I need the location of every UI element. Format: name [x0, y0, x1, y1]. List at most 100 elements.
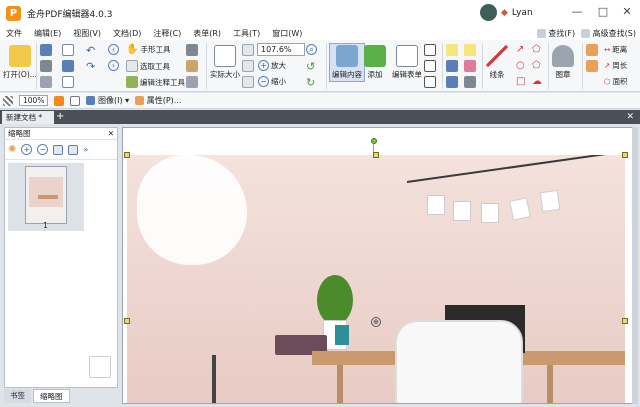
desk-photo[interactable]: ⊕ — [127, 155, 625, 403]
advanced-find-button[interactable]: 高级查找(S) — [581, 28, 636, 39]
rotation-handle[interactable] — [371, 138, 377, 144]
polygon-tool-button[interactable]: ⬠ — [532, 44, 541, 55]
menu-tools[interactable]: 工具(T) — [227, 28, 266, 39]
checkbox-tool-button[interactable] — [424, 60, 436, 72]
edit-content-button[interactable]: 编辑内容 — [329, 43, 365, 82]
new-tab-button[interactable]: + — [56, 111, 64, 123]
redo-button[interactable]: ↷ — [86, 60, 95, 73]
export-button[interactable] — [62, 60, 74, 72]
arrow-tool-button[interactable]: ↗ — [516, 44, 524, 55]
lines-button[interactable]: 线条 — [486, 45, 508, 80]
rotate-left-button[interactable]: ↺ — [306, 60, 315, 73]
thumbnail-options-icon[interactable]: ✺ — [8, 144, 16, 155]
menu-view[interactable]: 视图(V) — [67, 28, 107, 39]
underline-button[interactable] — [464, 76, 476, 88]
menu-document[interactable]: 文档(D) — [107, 28, 147, 39]
vertical-scrollbar[interactable] — [632, 127, 638, 404]
tab-thumbnails[interactable]: 缩略图 — [33, 389, 70, 403]
rotate-page-right-icon[interactable] — [68, 144, 79, 155]
fill-color-icon[interactable] — [54, 95, 65, 106]
panel-close-button[interactable]: ✕ — [108, 128, 114, 140]
tab-bookmarks[interactable]: 书签 — [4, 389, 31, 403]
print-icon — [40, 60, 52, 72]
menu-file[interactable]: 文件 — [0, 28, 28, 39]
thumbnail-zoom-out-icon[interactable]: − — [37, 144, 49, 155]
actual-size-button[interactable]: 实际大小 — [210, 45, 240, 80]
edit-form-button[interactable]: 编辑表单 — [392, 45, 422, 80]
pattern-icon[interactable] — [3, 95, 13, 106]
snapshot-button[interactable] — [186, 44, 198, 56]
more-icon[interactable]: » — [83, 145, 88, 154]
zoom-out-button[interactable]: − 缩小 — [258, 76, 286, 87]
text-field-button[interactable] — [424, 44, 436, 56]
back-button[interactable]: ‹ — [108, 44, 119, 55]
image-menu[interactable]: 图像(I) ▾ — [86, 95, 129, 106]
perimeter-button[interactable]: ↗ 周长 — [604, 60, 627, 71]
save-button[interactable] — [40, 44, 52, 56]
selection-handle[interactable] — [124, 318, 130, 324]
rectangle-tool-button[interactable]: □ — [516, 76, 525, 87]
fit-width-button[interactable] — [242, 60, 254, 72]
rotate-page-icon[interactable] — [53, 144, 64, 155]
move-handle-icon[interactable]: ⊕ — [371, 317, 381, 327]
fit-visible-button[interactable] — [242, 76, 254, 88]
zoom-in-button[interactable]: + 放大 — [258, 60, 286, 71]
user-area[interactable]: ◆ Lyan — [480, 4, 533, 21]
text-annotation-button[interactable] — [446, 44, 458, 56]
zoom-percent-select[interactable]: 100% — [19, 95, 49, 106]
find-label: 查找(F) — [548, 28, 576, 38]
clipboard-button[interactable] — [186, 60, 198, 72]
distance-button[interactable]: ↔ 距离 — [604, 44, 627, 55]
minimize-button[interactable]: — — [570, 5, 584, 18]
sound-button[interactable] — [446, 76, 458, 88]
menu-window[interactable]: 窗口(W) — [266, 28, 308, 39]
selection-handle[interactable] — [373, 152, 379, 158]
new-doc-button[interactable] — [62, 76, 74, 88]
cloud-tool-button[interactable]: ☁ — [532, 76, 542, 87]
pentagon-tool-button[interactable]: ⬠ — [532, 60, 541, 71]
avatar[interactable] — [480, 4, 497, 21]
print-button[interactable] — [40, 60, 52, 72]
eraser-button[interactable] — [586, 44, 598, 56]
email-button[interactable] — [62, 44, 74, 56]
selection-handle[interactable] — [622, 318, 628, 324]
stroke-color-icon[interactable] — [70, 95, 81, 106]
menu-comment[interactable]: 注释(C) — [147, 28, 187, 39]
magnifier-button[interactable]: ⌕ — [306, 44, 317, 55]
open-button[interactable]: 打开(O)... — [3, 45, 37, 80]
tab-new-document[interactable]: 新建文档 * — [2, 111, 54, 124]
forward-button[interactable]: › — [108, 60, 119, 71]
menu-form[interactable]: 表单(R) — [187, 28, 227, 39]
edit-annotation-button[interactable]: 编辑注释工具 — [126, 76, 185, 88]
close-tab-button[interactable]: ✕ — [626, 111, 634, 123]
note-button[interactable] — [464, 44, 476, 56]
scan-button[interactable] — [40, 76, 52, 88]
crop-button[interactable] — [186, 76, 198, 88]
redo-icon: ↷ — [86, 60, 96, 73]
close-button[interactable]: ✕ — [620, 5, 634, 18]
zoom-select[interactable]: 107.6% — [257, 43, 305, 56]
find-button[interactable]: 查找(F) — [536, 28, 576, 39]
forward-icon: › — [108, 60, 119, 71]
fit-page-button[interactable] — [242, 44, 254, 56]
thumbnail-zoom-in-icon[interactable]: + — [21, 144, 33, 155]
properties-button[interactable]: 属性(P)... — [135, 95, 181, 106]
rotate-right-button[interactable]: ↻ — [306, 76, 315, 89]
add-button[interactable]: 添加 — [364, 45, 386, 80]
stamp-button[interactable]: 图章 — [552, 45, 574, 80]
undo-button[interactable]: ↶ — [86, 44, 95, 57]
select-tool-button[interactable]: 选取工具 — [126, 60, 170, 72]
selection-handle[interactable] — [124, 152, 130, 158]
maximize-button[interactable]: □ — [596, 5, 610, 18]
pencil-button[interactable] — [586, 60, 598, 72]
menu-edit[interactable]: 编辑(E) — [28, 28, 67, 39]
document-canvas[interactable]: ⊕ — [122, 127, 636, 404]
hand-tool-button[interactable]: ✋ 手形工具 — [126, 44, 170, 55]
circle-icon: ○ — [516, 60, 525, 71]
area-button[interactable]: ⬡ 面积 — [604, 76, 628, 87]
circle-tool-button[interactable]: ○ — [516, 60, 525, 71]
highlight-button[interactable] — [464, 60, 476, 72]
listbox-tool-button[interactable] — [424, 76, 436, 88]
attach-button[interactable] — [446, 60, 458, 72]
selection-handle[interactable] — [622, 152, 628, 158]
